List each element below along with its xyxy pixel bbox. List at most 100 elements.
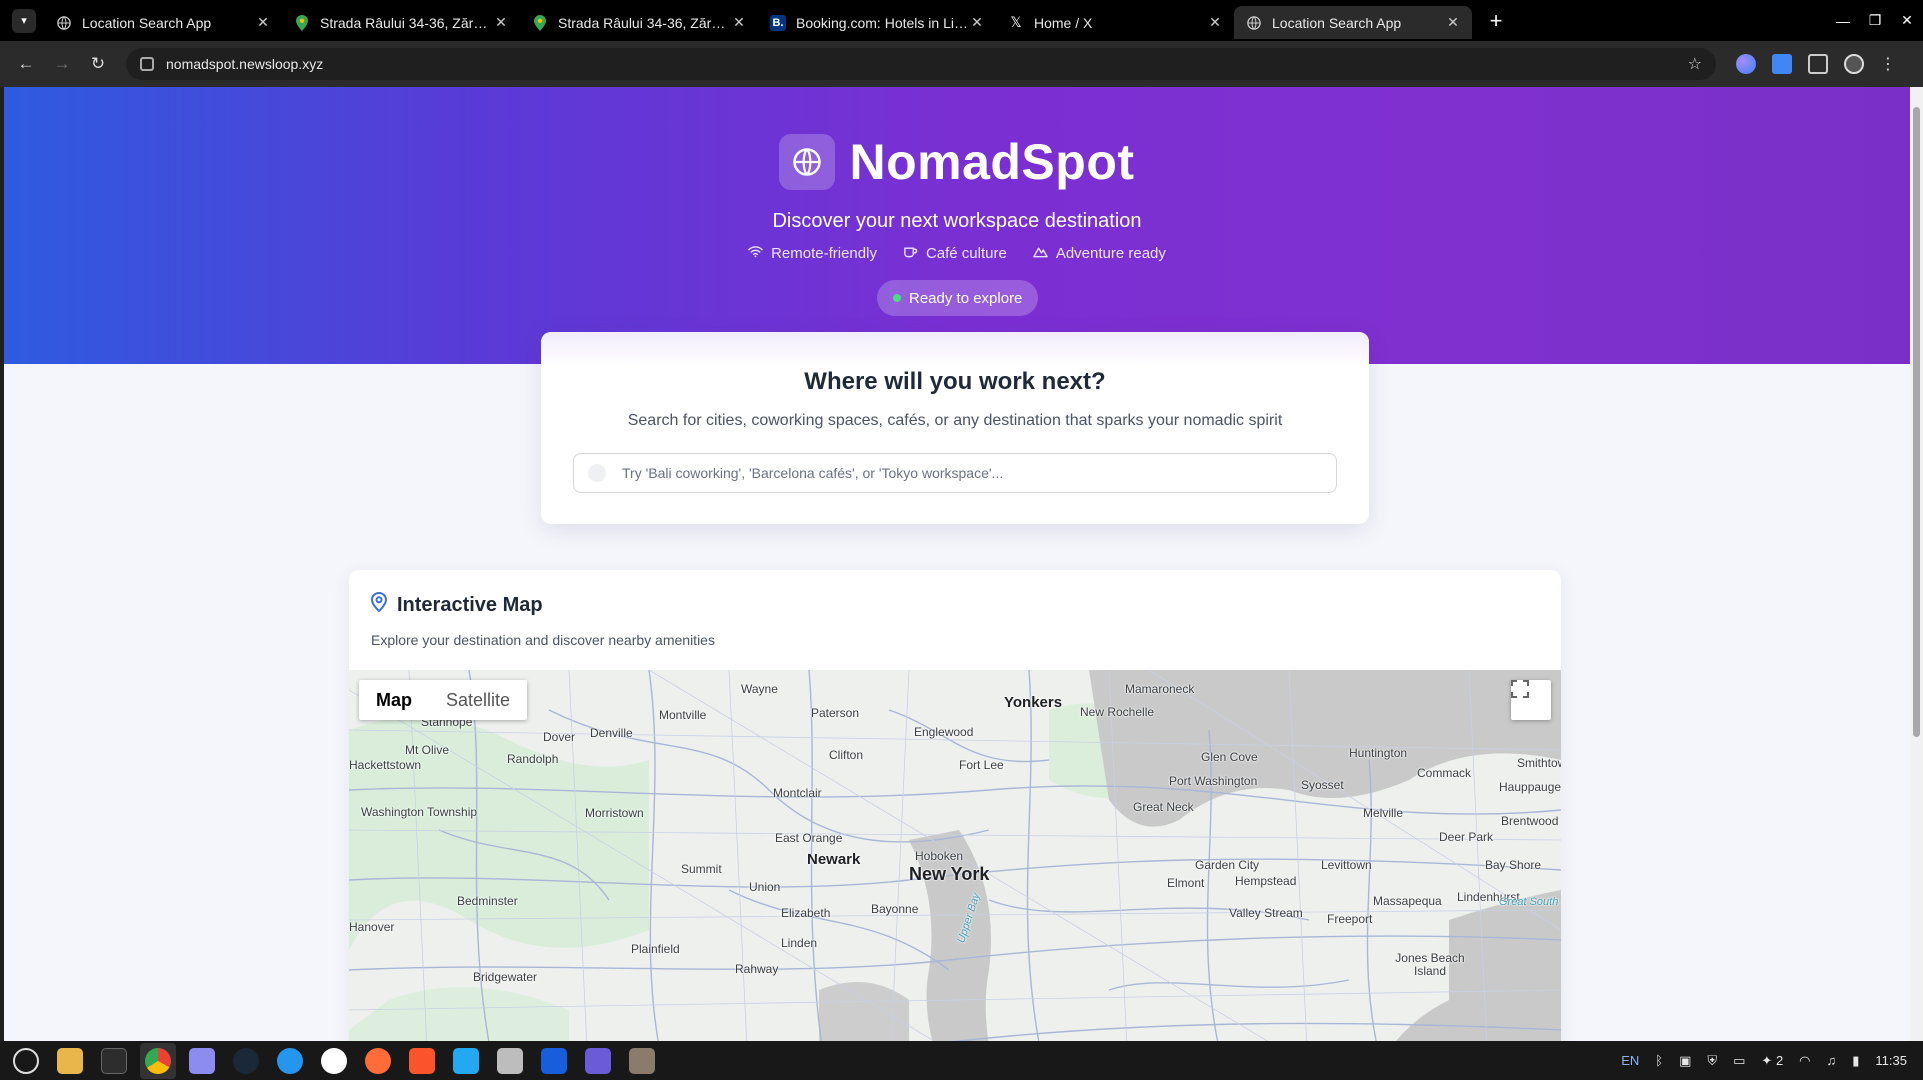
drive-icon[interactable]: ▭ [1733, 1053, 1745, 1069]
forward-icon[interactable]: → [44, 54, 80, 74]
steam-app-icon[interactable] [228, 1043, 264, 1079]
wifi-tray-icon[interactable]: ◠ [1799, 1053, 1810, 1069]
brave-app-icon[interactable] [404, 1043, 440, 1079]
interactive-map[interactable]: New York Yonkers Newark Wayne Paterson M… [349, 670, 1561, 1041]
search-icon [588, 464, 606, 482]
x-icon: 𝕏 [1010, 14, 1022, 30]
start-menu-icon[interactable] [8, 1043, 44, 1079]
browser-tab[interactable]: Location Search App ✕ [44, 6, 282, 39]
box-app-icon[interactable] [492, 1043, 528, 1079]
tab-close-icon[interactable]: ✕ [1444, 14, 1462, 31]
translate-extension-icon[interactable] [1772, 54, 1792, 74]
reload-icon[interactable]: ↻ [80, 54, 116, 74]
feature-label: Remote-friendly [771, 244, 877, 262]
browser-tab[interactable]: 𝕏 Home / X ✕ [996, 6, 1234, 39]
browser-tab[interactable]: B. Booking.com: Hotels in Lisbon ✕ [758, 6, 996, 39]
map-label: Plainfield [631, 942, 680, 956]
browser-menu-icon[interactable]: ⋮ [1880, 54, 1896, 74]
search-input[interactable] [622, 465, 1322, 481]
notes-app-icon[interactable] [580, 1043, 616, 1079]
map-label: Huntington [1349, 746, 1408, 760]
extensions-puzzle-icon[interactable] [1808, 54, 1828, 74]
tab-title: Location Search App [82, 14, 212, 31]
keyboard-layout[interactable]: EN [1621, 1053, 1639, 1068]
feature-label: Adventure ready [1055, 244, 1166, 262]
profile-avatar-icon[interactable] [1844, 54, 1864, 74]
tagline: Discover your next workspace destination [772, 210, 1142, 232]
page-scrollbar[interactable] [1910, 87, 1923, 1041]
map-label: Clifton [829, 748, 864, 762]
tab-search-button[interactable]: ▾ [12, 8, 36, 33]
address-bar[interactable]: nomadspot.newsloop.xyz ☆ [126, 48, 1716, 80]
map-label: Mamaroneck [1125, 682, 1195, 696]
tab-close-icon[interactable]: ✕ [254, 14, 272, 31]
tab-close-icon[interactable]: ✕ [730, 14, 748, 31]
bitwarden-app-icon[interactable] [536, 1043, 572, 1079]
tab-close-icon[interactable]: ✕ [492, 14, 510, 31]
wifi-icon [748, 245, 763, 262]
chrome-app-icon[interactable] [140, 1042, 176, 1079]
browser-tab-active[interactable]: Location Search App ✕ [1234, 6, 1472, 39]
bookmark-star-icon[interactable]: ☆ [1688, 54, 1702, 74]
music-icon[interactable]: ♫ [1827, 1053, 1837, 1068]
map-label: Elmont [1167, 876, 1205, 890]
url-text: nomadspot.newsloop.xyz [166, 56, 324, 72]
map-label: Englewood [914, 725, 974, 739]
postman-app-icon[interactable] [360, 1043, 396, 1079]
brand-title: NomadSpot [849, 134, 1135, 190]
terminal-app-icon[interactable] [96, 1043, 132, 1079]
map-type-satellite-button[interactable]: Satellite [429, 680, 527, 720]
clipboard-icon[interactable]: ▣ [1679, 1053, 1691, 1069]
map-label: Linden [781, 936, 818, 950]
feature-adventure: Adventure ready [1033, 244, 1166, 262]
notification-icon[interactable]: ✦ 2 [1761, 1053, 1783, 1069]
docker-app-icon[interactable] [272, 1043, 308, 1079]
feature-list: Remote-friendly Café culture Adventure r… [4, 244, 1910, 262]
vpn-app-icon[interactable] [184, 1043, 220, 1079]
map-label: Jones Beach Island [1395, 951, 1465, 978]
globe-icon [56, 15, 72, 31]
back-icon[interactable]: ← [8, 54, 44, 74]
map-label: New Rochelle [1080, 705, 1155, 719]
fullscreen-icon[interactable] [1511, 680, 1551, 720]
mongodb-app-icon[interactable] [316, 1043, 352, 1079]
map-type-map-button[interactable]: Map [359, 680, 429, 720]
scrollbar-thumb[interactable] [1913, 107, 1920, 737]
tab-close-icon[interactable]: ✕ [968, 14, 986, 31]
shield-icon[interactable]: ⛨ [1707, 1053, 1717, 1069]
map-label: Hauppauge [1499, 780, 1561, 794]
feature-cafe: Café culture [903, 244, 1007, 262]
vscode-app-icon[interactable] [448, 1043, 484, 1079]
notification-count: 2 [1775, 1052, 1784, 1068]
browser-tab[interactable]: Strada Râului 34-36, Zărnești ✕ [282, 6, 520, 39]
restore-icon[interactable]: ❐ [1859, 12, 1891, 29]
logo-row: NomadSpot [4, 133, 1910, 191]
feature-remote: Remote-friendly [748, 244, 877, 262]
clock[interactable]: 11:35 [1875, 1053, 1907, 1068]
tab-title: Strada Râului 34-36, Zărnești [320, 14, 492, 31]
extensions-area: ⋮ [1720, 41, 1896, 87]
browser-tab[interactable]: Strada Râului 34-36, Zărnești ✕ [520, 6, 758, 39]
extension-orb-icon[interactable] [1736, 54, 1756, 74]
map-label: Hoboken [915, 849, 964, 863]
battery-icon[interactable]: ▮ [1852, 1053, 1859, 1069]
search-field[interactable] [573, 453, 1337, 493]
tab-close-icon[interactable]: ✕ [1206, 14, 1224, 31]
bluetooth-icon[interactable]: ᛒ [1655, 1053, 1663, 1068]
new-tab-button[interactable]: + [1482, 8, 1510, 34]
site-info-icon[interactable] [140, 57, 154, 71]
close-window-icon[interactable]: ✕ [1891, 12, 1923, 29]
map-label: Valley Stream [1229, 906, 1303, 920]
map-label: Dover [543, 730, 576, 744]
map-label: Bedminster [457, 894, 518, 908]
minimize-icon[interactable]: — [1827, 13, 1859, 29]
files-app-icon[interactable] [52, 1043, 88, 1079]
map-water-label: Great South Bay [1499, 896, 1561, 908]
globe-icon [1246, 15, 1262, 31]
browser-tab-strip: ▾ Location Search App ✕ Strada Râului 34… [0, 0, 1923, 41]
map-label: Yonkers [1004, 694, 1063, 711]
map-label: Syosset [1301, 778, 1344, 792]
feature-label: Café culture [925, 244, 1007, 262]
map-label: Freeport [1327, 912, 1373, 926]
gimp-app-icon[interactable] [624, 1043, 660, 1079]
